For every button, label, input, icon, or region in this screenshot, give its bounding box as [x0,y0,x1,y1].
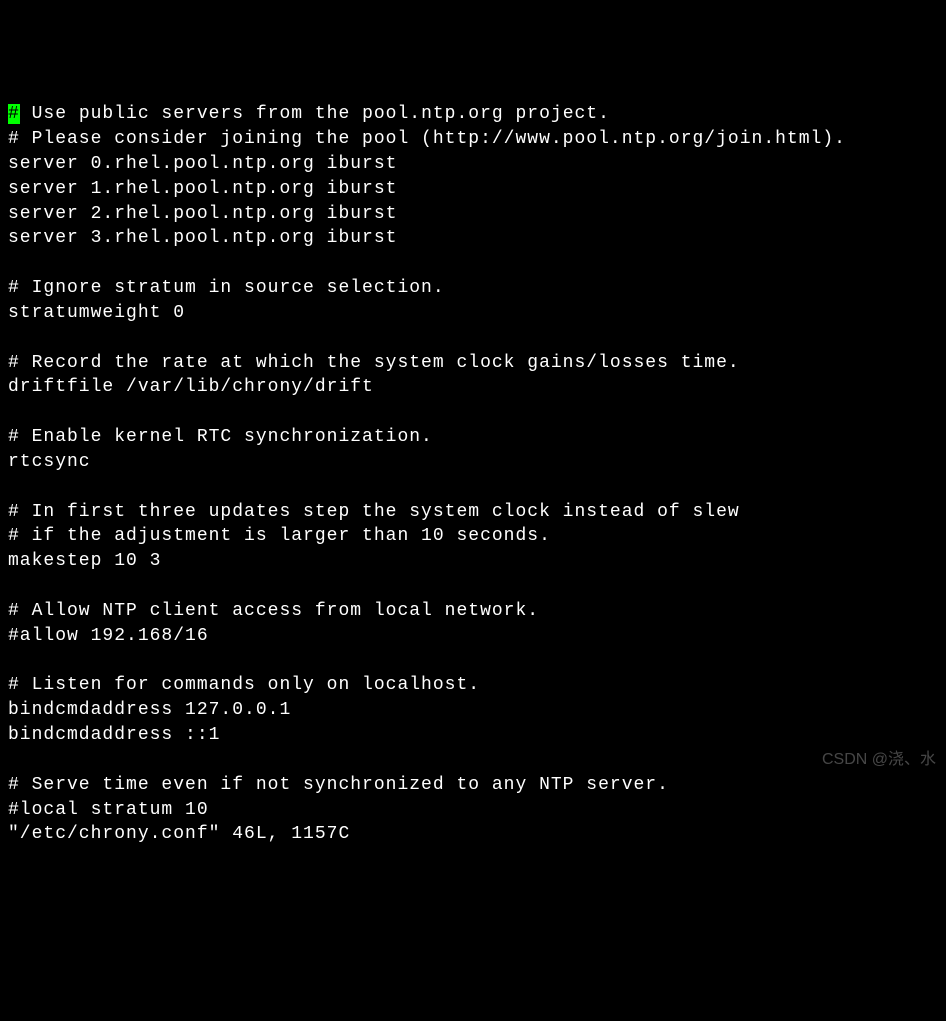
line-text: Use public servers from the pool.ntp.org… [20,104,610,124]
status-line: "/etc/chrony.conf" 46L, 1157C [8,822,938,847]
file-line: #allow 192.168/16 [8,624,938,649]
file-line [8,400,938,425]
file-line [8,748,938,773]
file-line: # Ignore stratum in source selection. [8,276,938,301]
file-line [8,649,938,674]
file-line [8,574,938,599]
watermark-text: CSDN @浇、水 [822,749,936,771]
file-line [8,326,938,351]
file-line: bindcmdaddress 127.0.0.1 [8,698,938,723]
file-line: # Please consider joining the pool (http… [8,127,938,152]
file-line: server 1.rhel.pool.ntp.org iburst [8,177,938,202]
file-line: # Listen for commands only on localhost. [8,673,938,698]
terminal-editor[interactable]: # Use public servers from the pool.ntp.o… [8,102,938,847]
file-line: # Serve time even if not synchronized to… [8,773,938,798]
file-line: # Use public servers from the pool.ntp.o… [8,102,938,127]
file-line: #local stratum 10 [8,798,938,823]
file-line: stratumweight 0 [8,301,938,326]
file-line: # Record the rate at which the system cl… [8,351,938,376]
file-line: bindcmdaddress ::1 [8,723,938,748]
file-line: # Allow NTP client access from local net… [8,599,938,624]
file-line [8,251,938,276]
file-line: server 2.rhel.pool.ntp.org iburst [8,202,938,227]
cursor: # [8,104,20,124]
file-line: makestep 10 3 [8,549,938,574]
file-line [8,475,938,500]
file-line: driftfile /var/lib/chrony/drift [8,375,938,400]
file-line: server 0.rhel.pool.ntp.org iburst [8,152,938,177]
file-line: rtcsync [8,450,938,475]
file-line: # Enable kernel RTC synchronization. [8,425,938,450]
file-line: # if the adjustment is larger than 10 se… [8,524,938,549]
file-line: # In first three updates step the system… [8,500,938,525]
file-line: server 3.rhel.pool.ntp.org iburst [8,226,938,251]
